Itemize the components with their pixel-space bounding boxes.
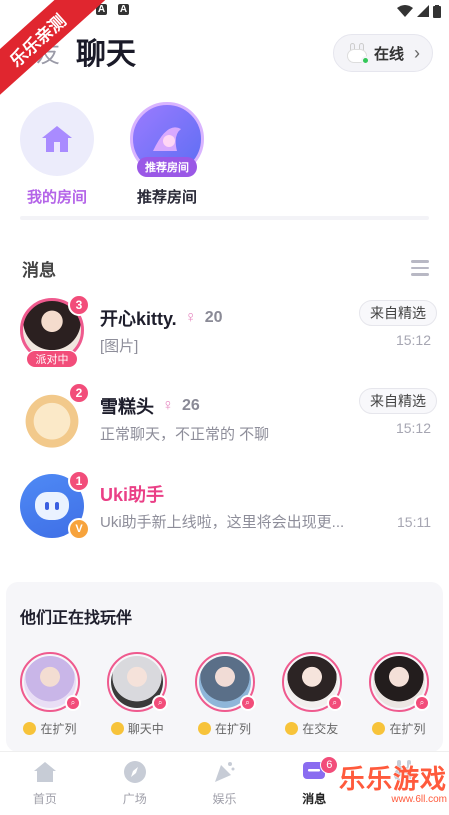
player-status: 在扩列 — [40, 722, 77, 736]
nav-label: 消息 — [302, 792, 327, 806]
source-tag: 来自精选 — [359, 388, 437, 414]
contact-name: 开心kitty. — [100, 308, 177, 329]
emoji-icon — [372, 722, 386, 735]
player-avatar: ⌕ — [194, 652, 256, 712]
status-label: 在线 — [374, 45, 405, 63]
source-tag: 来自精选 — [359, 300, 437, 326]
my-room-avatar — [20, 102, 94, 176]
chevron-right-icon: › — [414, 42, 421, 63]
player-avatar: ⌕ — [107, 652, 169, 712]
online-status-button[interactable]: 在线 › — [333, 34, 433, 72]
rooms-row: 我的房间 推荐房间 推荐房间 — [0, 80, 449, 210]
recommended-badge: 推荐房间 — [137, 157, 197, 177]
player-status: 聊天中 — [127, 722, 164, 736]
message-preview: Uki助手新上线啦，这里将会出现更... — [100, 513, 345, 531]
recommended-room-label: 推荐房间 — [136, 189, 197, 206]
player-item[interactable]: ⌕ 在扩列 — [18, 652, 82, 737]
messages-title: 消息 — [22, 260, 56, 280]
message-preview: 正常聊天，不正常的 不聊 — [100, 425, 270, 443]
message-item[interactable]: 1 V Uki助手 Uki助手新上线啦，这里将会出现更... 15:11 — [0, 462, 449, 550]
online-dot — [361, 56, 370, 65]
player-item[interactable]: ⌕ 在交友 — [280, 652, 344, 737]
messages-header: 消息 — [0, 220, 449, 286]
nav-square[interactable]: 广场 — [90, 752, 180, 815]
recommended-room-button[interactable]: 推荐房间 推荐房间 — [130, 102, 204, 210]
contact-name: 雪糕头 — [100, 396, 154, 417]
message-preview: [图片] — [100, 337, 139, 355]
signal-icon — [417, 5, 429, 17]
player-avatar: ⌕ — [281, 652, 343, 712]
compass-icon — [123, 761, 146, 783]
emoji-icon — [197, 722, 211, 735]
my-room-label: 我的房间 — [26, 189, 87, 206]
search-icon: ⌕ — [239, 695, 256, 711]
unread-badge: 1 — [68, 470, 90, 492]
player-item[interactable]: ⌕ 在扩列 — [367, 652, 431, 737]
party-popper-icon — [215, 762, 235, 782]
unread-badge: 2 — [68, 382, 90, 404]
nav-label: 广场 — [122, 792, 147, 806]
message-time: 15:11 — [397, 514, 431, 530]
unread-badge: 3 — [68, 294, 90, 316]
list-menu-icon[interactable] — [411, 260, 429, 276]
verified-badge: V — [68, 518, 90, 540]
player-status: 在扩列 — [389, 722, 426, 736]
message-time: 15:12 — [395, 332, 431, 348]
watermark-logo: 乐乐游戏 www.6ll.com — [338, 764, 447, 805]
emoji-icon — [110, 722, 124, 735]
nav-label: 娱乐 — [212, 792, 237, 806]
message-item[interactable]: 3 派对中 开心kitty. ♀ 20 [图片] 来自精选 15:12 — [0, 286, 449, 374]
search-icon: ⌕ — [152, 695, 169, 711]
player-status: 在扩列 — [214, 722, 251, 736]
search-icon: ⌕ — [326, 695, 343, 711]
emoji-icon — [285, 722, 299, 735]
search-icon: ⌕ — [414, 695, 430, 711]
recommended-room-avatar: 推荐房间 — [130, 102, 204, 177]
player-avatar: ⌕ — [20, 652, 81, 712]
party-badge: 派对中 — [26, 350, 78, 368]
bunny-avatar-icon — [346, 43, 370, 65]
emoji-icon — [23, 722, 37, 735]
find-playmates-title: 他们正在找玩伴 — [20, 610, 133, 627]
nav-label: 首页 — [32, 792, 57, 806]
female-icon: ♀ — [184, 308, 197, 326]
tab-chat[interactable]: 聊天 — [76, 29, 136, 75]
level-value: 26 — [182, 396, 200, 414]
level-value: 20 — [204, 308, 223, 326]
message-item[interactable]: 2 雪糕头 ♀ 26 正常聊天，不正常的 不聊 来自精选 15:12 — [0, 374, 449, 462]
nav-home[interactable]: 首页 — [0, 752, 90, 815]
battery-icon — [433, 4, 441, 18]
player-item[interactable]: ⌕ 聊天中 — [105, 652, 169, 737]
player-status: 在交友 — [302, 722, 339, 736]
wifi-icon — [397, 5, 413, 17]
my-room-button[interactable]: 我的房间 — [20, 102, 94, 210]
search-icon: ⌕ — [65, 695, 81, 711]
uki-mascot-icon — [35, 492, 69, 520]
home-icon — [33, 762, 56, 782]
find-playmates-panel: 他们正在找玩伴 ⌕ 在扩列 ⌕ 聊天中 ⌕ 在扩列 ⌕ 在交友 ⌕ 在扩列 — [6, 582, 443, 752]
player-avatar: ⌕ — [369, 652, 430, 712]
notification-icon: A — [118, 4, 129, 15]
home-icon — [42, 126, 72, 152]
contact-name: Uki助手 — [100, 484, 165, 505]
player-item[interactable]: ⌕ 在扩列 — [193, 652, 257, 737]
female-icon: ♀ — [162, 396, 174, 414]
nav-entertainment[interactable]: 娱乐 — [180, 752, 270, 815]
message-time: 15:12 — [395, 420, 431, 436]
room-cover-icon — [153, 127, 181, 151]
